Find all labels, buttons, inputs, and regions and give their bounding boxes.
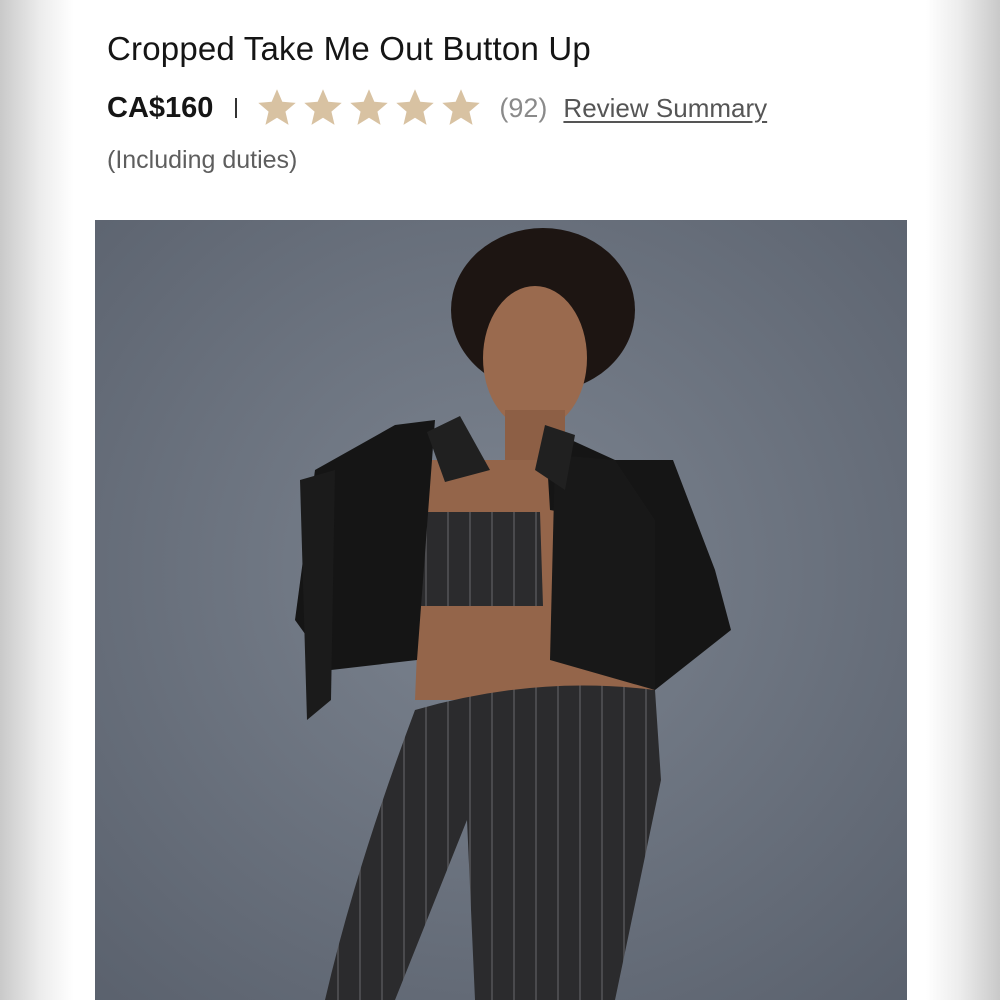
product-price: CA$160 bbox=[107, 91, 214, 124]
star-icon bbox=[350, 89, 389, 125]
price-separator bbox=[235, 98, 238, 118]
duties-note: (Including duties) bbox=[107, 146, 298, 174]
product-panel: Cropped Take Me Out Button Up CA$160 (92… bbox=[74, 0, 926, 1000]
product-photo[interactable] bbox=[95, 220, 907, 1000]
star-icon bbox=[442, 89, 481, 125]
product-title: Cropped Take Me Out Button Up bbox=[107, 30, 591, 67]
star-icon bbox=[304, 89, 343, 125]
rating-stars[interactable] bbox=[255, 86, 485, 130]
price-rating-row: CA$160 (92) Review Summary bbox=[107, 84, 767, 132]
review-summary-link[interactable]: Review Summary bbox=[563, 93, 767, 124]
star-icon bbox=[258, 89, 297, 125]
star-icon bbox=[396, 89, 435, 125]
review-count: (92) bbox=[499, 92, 548, 123]
